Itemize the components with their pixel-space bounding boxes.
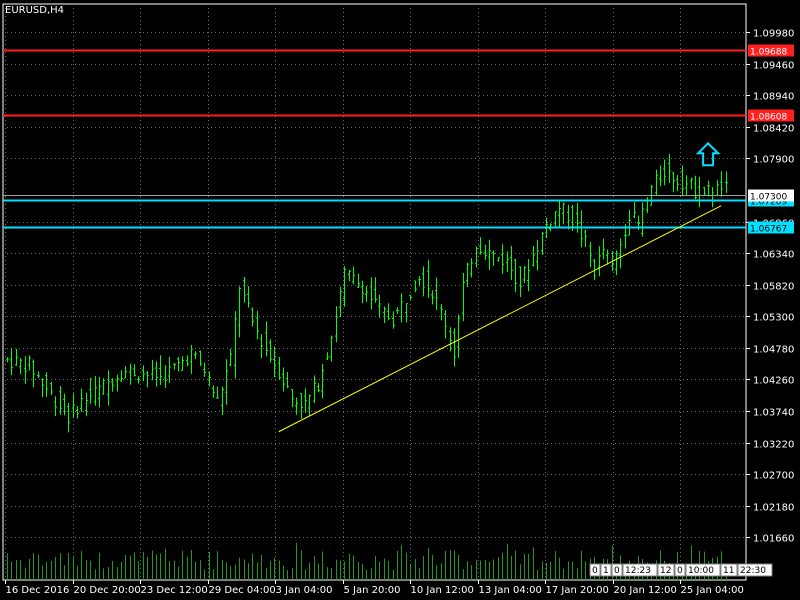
y-tick-label: 1.09980 — [753, 29, 794, 40]
arrow-layer[interactable] — [695, 141, 721, 167]
x-tick-label: 16 Dec 2016 — [6, 585, 70, 596]
session-label: 22:30 — [740, 566, 766, 576]
x-tick-label: 23 Dec 12:00 — [141, 585, 208, 596]
price-line-tag-label: 1.06767 — [750, 225, 787, 235]
x-tick-label: 5 Jan 20:00 — [344, 585, 401, 596]
x-tick-label: 25 Jan 04:00 — [681, 585, 744, 596]
session-label: 1 — [603, 566, 609, 576]
session-label: 0 — [614, 566, 620, 576]
session-label: 12 — [660, 566, 671, 576]
y-tick-label: 1.02180 — [753, 503, 794, 514]
session-time-labels: 0 1 0 12:23 12 0 10:00 11 22:30 — [589, 563, 773, 577]
chart-grid — [2, 3, 747, 581]
y-tick-label: 1.09460 — [753, 61, 794, 72]
session-label: 10:00 — [688, 566, 714, 576]
session-label: 11 — [723, 566, 734, 576]
session-label: 0 — [592, 566, 598, 576]
trendline-layer[interactable] — [278, 205, 722, 433]
y-tick-label: 1.05820 — [753, 282, 794, 293]
buy-arrow-icon — [695, 141, 721, 167]
x-tick-label: 29 Dec 04:00 — [209, 585, 276, 596]
x-tick-label: 13 Jan 04:00 — [479, 585, 542, 596]
plot-frame — [2, 3, 747, 581]
y-tick-label: 1.07900 — [753, 155, 794, 166]
x-tick-label: 20 Dec 20:00 — [74, 585, 141, 596]
price-chart[interactable]: 1.099801.094601.089401.084201.079001.068… — [0, 0, 800, 600]
x-tick-label: 3 Jan 04:00 — [276, 585, 333, 596]
time-axis: 16 Dec 2016 20 Dec 20:00 23 Dec 12:00 29 De… — [5, 580, 744, 596]
x-tick-label: 10 Jan 12:00 — [411, 585, 474, 596]
y-tick-label: 1.06340 — [753, 250, 794, 261]
price-tags: 1.096881.086081.072091.067671.07300 — [748, 44, 794, 235]
x-tick-label: 17 Jan 20:00 — [546, 585, 609, 596]
y-tick-label: 1.08420 — [753, 124, 794, 135]
session-label: 0 — [677, 566, 683, 576]
price-axis: 1.099801.094601.089401.084201.079001.068… — [746, 29, 794, 545]
y-tick-label: 1.04260 — [753, 376, 794, 387]
price-line-tag-label: 1.09688 — [750, 48, 787, 58]
y-tick-label: 1.08940 — [753, 92, 794, 103]
session-label: 12:23 — [625, 566, 651, 576]
y-tick-label: 1.02700 — [753, 471, 794, 482]
current-price-label: 1.07300 — [750, 193, 787, 203]
chart-symbol-label: EURUSD,H4 — [5, 5, 64, 16]
y-tick-label: 1.01660 — [753, 534, 794, 545]
y-tick-label: 1.04780 — [753, 345, 794, 356]
y-tick-label: 1.03740 — [753, 408, 794, 419]
horizontal-price-lines[interactable] — [3, 49, 746, 229]
x-tick-label: 20 Jan 12:00 — [614, 585, 677, 596]
y-tick-label: 1.05300 — [753, 313, 794, 324]
y-tick-label: 1.03220 — [753, 440, 794, 451]
uptrend-line — [278, 205, 722, 433]
price-line-tag-label: 1.08608 — [750, 113, 787, 123]
